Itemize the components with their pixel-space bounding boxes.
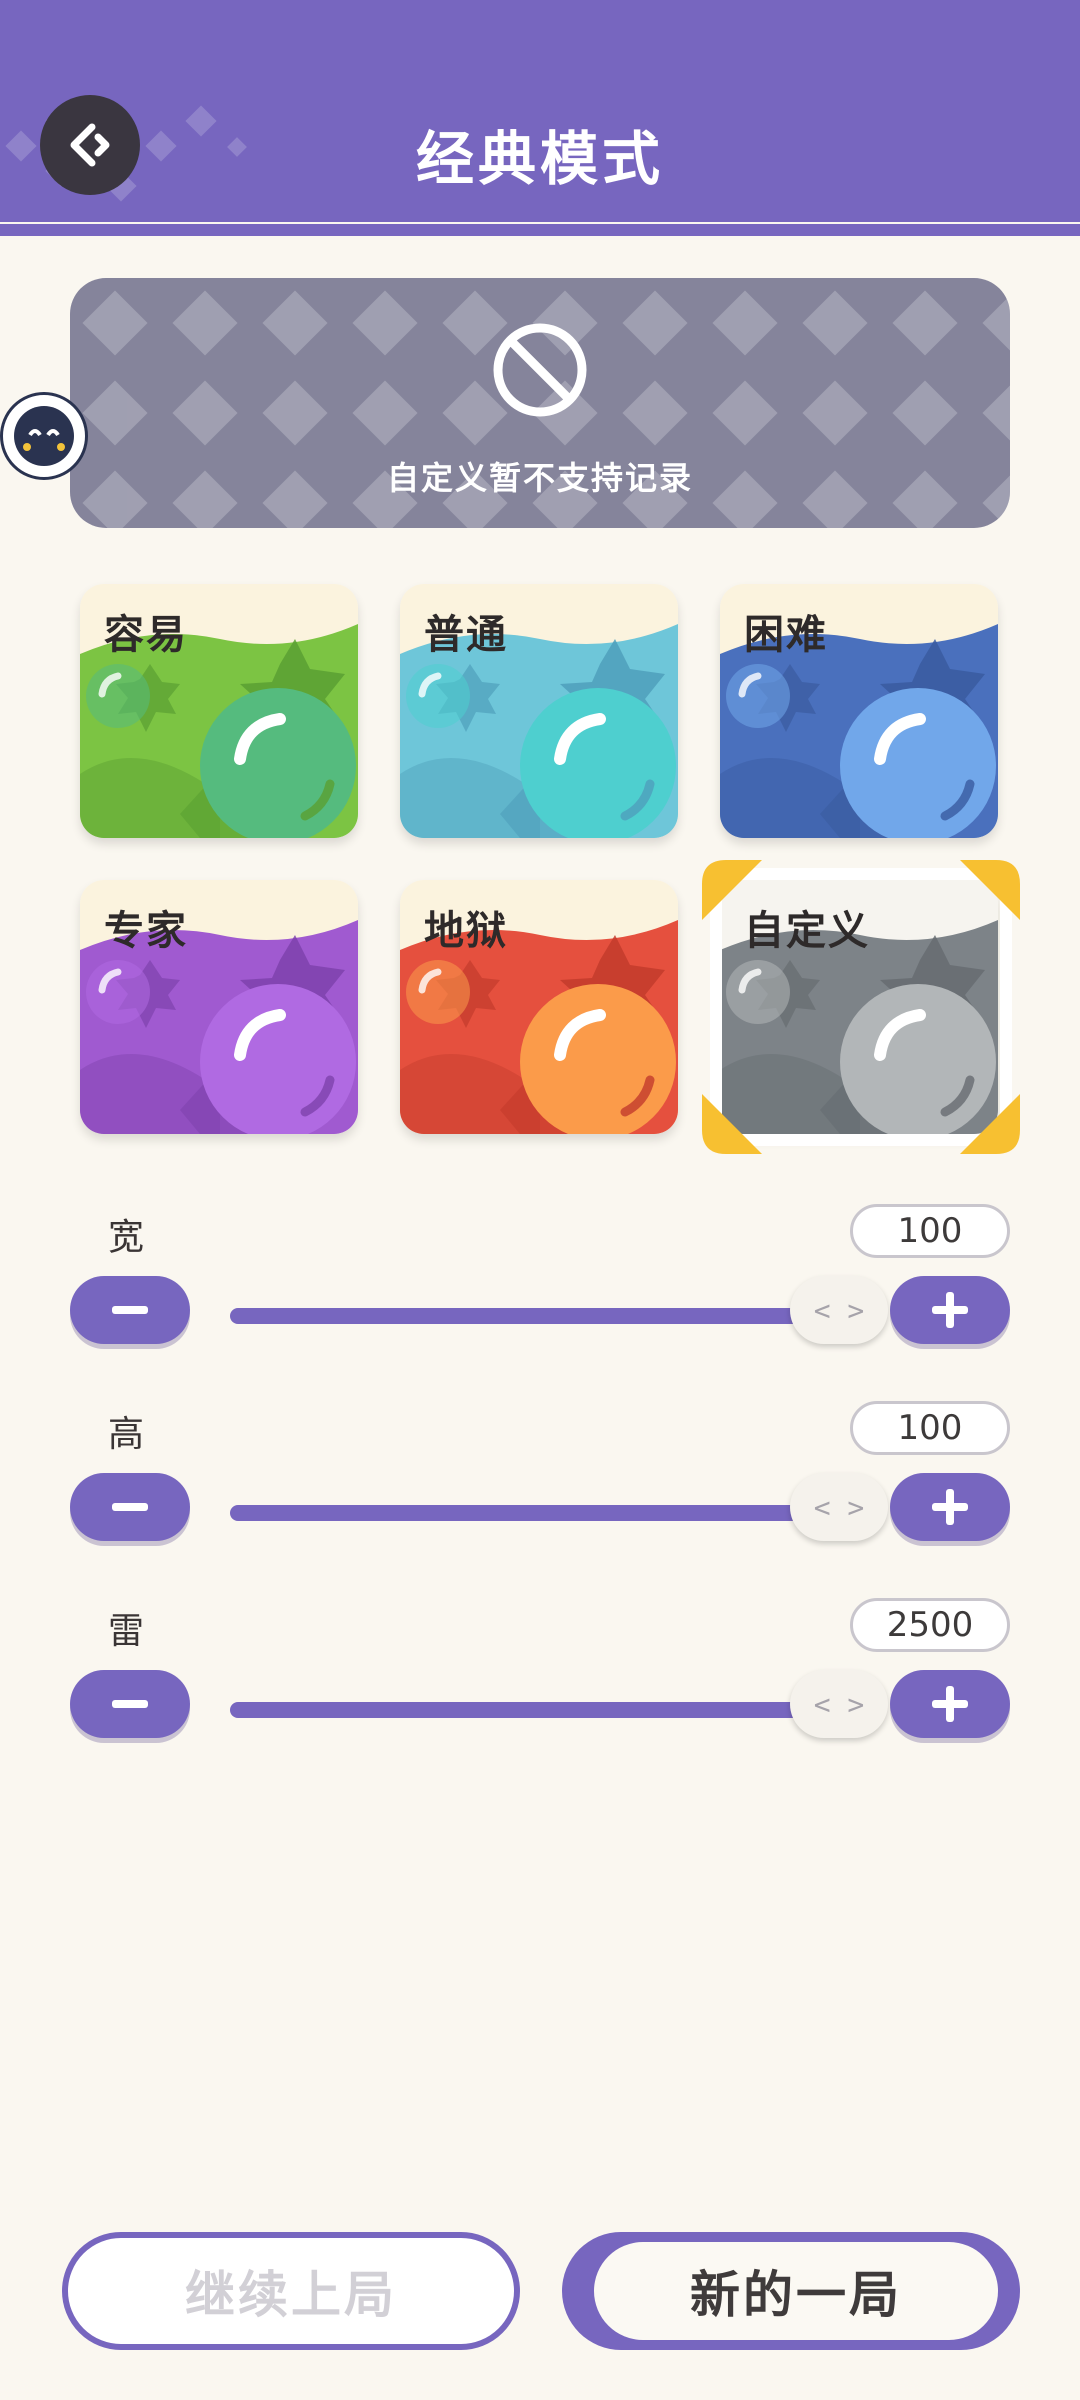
difficulty-card-hard[interactable]: 困难: [720, 584, 998, 838]
increase-button[interactable]: [890, 1670, 1010, 1738]
page-title: 经典模式: [415, 125, 664, 193]
prohibited-icon: [493, 323, 587, 417]
difficulty-card-normal[interactable]: 普通: [400, 584, 678, 838]
minus-icon: [112, 1700, 148, 1708]
slider-thumb[interactable]: < >: [790, 1276, 888, 1344]
decrease-button[interactable]: [70, 1276, 190, 1344]
new-game-label: 新的一局: [594, 2242, 998, 2340]
difficulty-card-expert[interactable]: 专家: [80, 880, 358, 1134]
value-input[interactable]: 100: [850, 1401, 1010, 1455]
slider-track[interactable]: [230, 1505, 840, 1521]
drag-arrows-icon: < >: [813, 1687, 865, 1721]
continue-game-button[interactable]: 继续上局: [62, 2232, 520, 2350]
value-input[interactable]: 2500: [850, 1598, 1010, 1652]
drag-arrows-icon: < >: [813, 1293, 865, 1327]
value-input[interactable]: 100: [850, 1204, 1010, 1258]
difficulty-card-easy[interactable]: 容易: [80, 584, 358, 838]
notice-text: 自定义暂不支持记录: [386, 459, 693, 497]
floating-assistant-bubble[interactable]: [0, 392, 88, 480]
slider-label: 雷: [108, 1611, 145, 1652]
difficulty-label: 专家: [104, 908, 188, 954]
difficulty-label: 困难: [744, 612, 828, 658]
header-divider: [0, 224, 1080, 236]
difficulty-card-hell[interactable]: 地狱: [400, 880, 678, 1134]
plus-icon: [932, 1292, 968, 1328]
custom-record-notice: 自定义暂不支持记录: [70, 278, 1010, 528]
minus-icon: [112, 1503, 148, 1511]
minus-icon: [112, 1306, 148, 1314]
selected-card-frame: [702, 860, 1020, 1154]
slider-thumb[interactable]: < >: [790, 1473, 888, 1541]
difficulty-label: 地狱: [424, 908, 508, 954]
decrease-button[interactable]: [70, 1670, 190, 1738]
slider-track[interactable]: [230, 1702, 840, 1718]
drag-arrows-icon: < >: [813, 1490, 865, 1524]
slider-label: 宽: [108, 1217, 145, 1258]
face-icon: [14, 406, 74, 466]
difficulty-label: 容易: [104, 612, 188, 658]
plus-icon: [932, 1489, 968, 1525]
slider-label: 高: [108, 1414, 145, 1455]
increase-button[interactable]: [890, 1276, 1010, 1344]
increase-button[interactable]: [890, 1473, 1010, 1541]
header-bar: 经典模式: [0, 0, 1080, 222]
new-game-button[interactable]: 新的一局: [562, 2232, 1020, 2350]
slider-track[interactable]: [230, 1308, 840, 1324]
difficulty-label: 普通: [424, 612, 508, 658]
decrease-button[interactable]: [70, 1473, 190, 1541]
slider-thumb[interactable]: < >: [790, 1670, 888, 1738]
plus-icon: [932, 1686, 968, 1722]
